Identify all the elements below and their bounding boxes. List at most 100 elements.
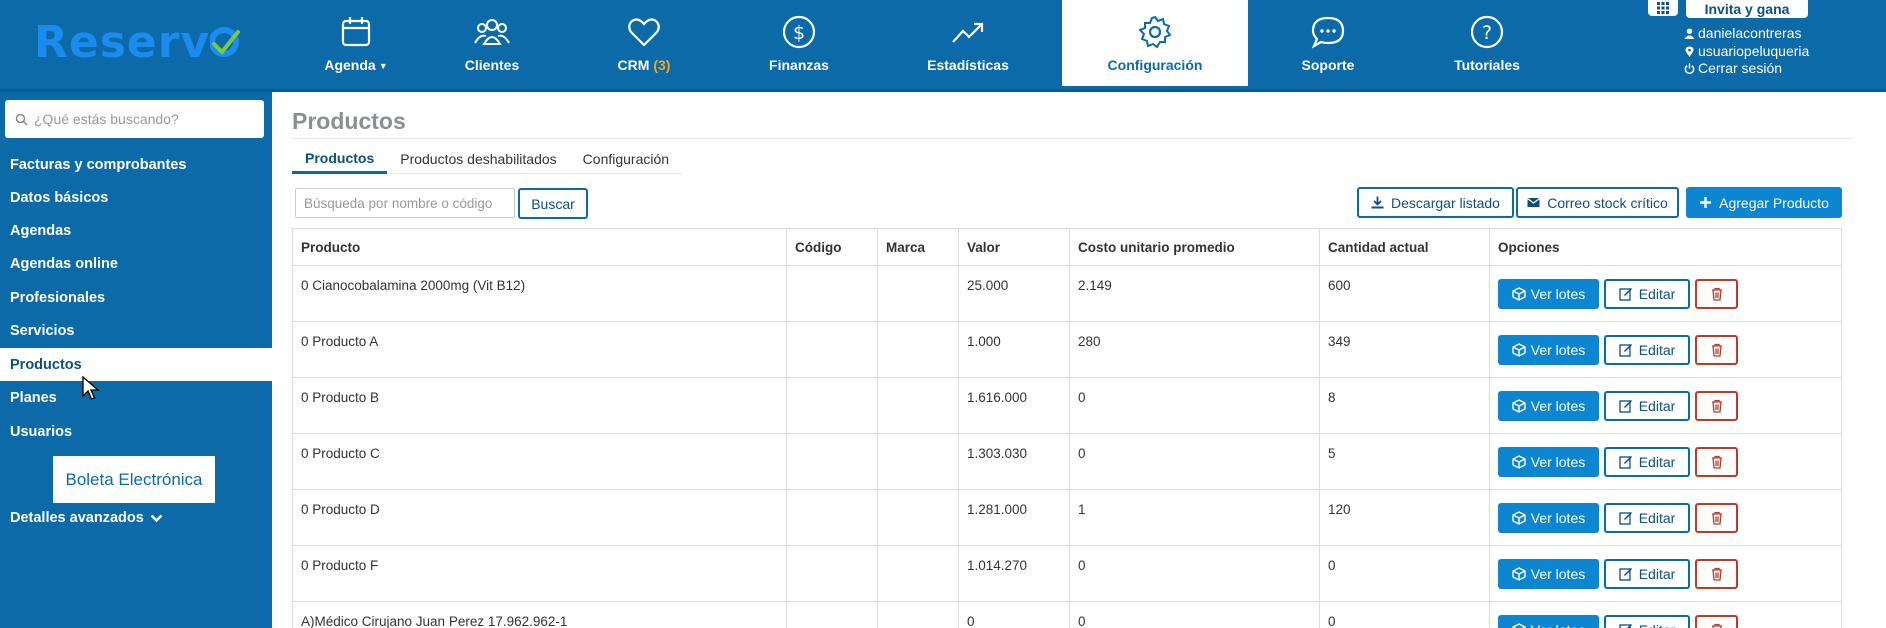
box-icon: [1512, 343, 1526, 357]
cell-costo: 0: [1070, 378, 1320, 433]
tab-configuracion[interactable]: Configuración: [569, 144, 683, 174]
sidebar-item-datos-basicos[interactable]: Datos básicos: [0, 181, 272, 214]
view-lots-button[interactable]: Ver lotes: [1498, 503, 1599, 533]
nav-estadisticas-label: Estadísticas: [927, 57, 1009, 73]
edit-button[interactable]: Editar: [1604, 615, 1690, 628]
advanced-details-toggle[interactable]: Detalles avanzados: [10, 510, 163, 526]
trash-icon: [1711, 455, 1722, 469]
cell-cantidad: 600: [1320, 266, 1490, 321]
view-lots-button[interactable]: Ver lotes: [1498, 559, 1599, 589]
cell-codigo: [787, 546, 878, 601]
edit-label: Editar: [1638, 454, 1676, 470]
reservo-logo[interactable]: Reserv: [34, 14, 241, 70]
sidebar-item-facturas[interactable]: Facturas y comprobantes: [0, 148, 272, 181]
caret-down-icon: ▼: [378, 61, 388, 72]
apps-grid-button[interactable]: [1648, 0, 1678, 16]
table-row: 0 Producto D 1.281.000 1 120 Ver lotes Editar: [293, 490, 1841, 546]
cell-producto: 0 Producto B: [293, 378, 787, 433]
boleta-electronica-button[interactable]: Boleta Electrónica: [53, 456, 215, 503]
edit-button[interactable]: Editar: [1604, 279, 1690, 309]
table-header-row: Producto Código Marca Valor Costo unitar…: [293, 229, 1841, 266]
cell-codigo: [787, 266, 878, 321]
delete-button[interactable]: [1695, 391, 1738, 421]
edit-button[interactable]: Editar: [1604, 503, 1690, 533]
sidebar-item-profesionales[interactable]: Profesionales: [0, 281, 272, 314]
cell-opciones: Ver lotes Editar: [1490, 546, 1841, 601]
download-list-button[interactable]: Descargar listado: [1357, 187, 1514, 218]
logo-text: Reserv: [34, 16, 211, 68]
col-header-codigo[interactable]: Código: [787, 229, 878, 265]
nav-clientes[interactable]: Clientes: [432, 0, 552, 86]
delete-button[interactable]: [1695, 503, 1738, 533]
sidebar-item-planes[interactable]: Planes: [0, 381, 272, 414]
edit-button[interactable]: Editar: [1604, 335, 1690, 365]
delete-button[interactable]: [1695, 335, 1738, 365]
invite-button[interactable]: Invita y gana: [1686, 0, 1808, 18]
logout-link[interactable]: Cerrar sesión: [1684, 60, 1809, 78]
add-product-button[interactable]: Agregar Producto: [1686, 187, 1842, 218]
trash-icon: [1711, 511, 1722, 525]
sidebar-item-servicios[interactable]: Servicios: [0, 314, 272, 347]
view-lots-button[interactable]: Ver lotes: [1498, 335, 1599, 365]
box-icon: [1512, 567, 1526, 581]
col-header-marca[interactable]: Marca: [878, 229, 959, 265]
nav-estadisticas[interactable]: Estadísticas: [908, 0, 1028, 86]
search-button[interactable]: Buscar: [518, 188, 588, 219]
col-header-cantidad[interactable]: Cantidad actual: [1320, 229, 1490, 265]
edit-icon: [1619, 456, 1632, 469]
critical-stock-email-button[interactable]: Correo stock crítico: [1516, 187, 1679, 218]
nav-crm[interactable]: CRM (3): [584, 0, 704, 86]
delete-button[interactable]: [1695, 279, 1738, 309]
trash-icon: [1711, 399, 1722, 413]
view-lots-button[interactable]: Ver lotes: [1498, 447, 1599, 477]
page-title: Productos: [292, 108, 406, 134]
product-search-input[interactable]: [295, 188, 515, 218]
sidebar-item-agendas-online[interactable]: Agendas online: [0, 247, 272, 280]
edit-label: Editar: [1638, 510, 1676, 526]
cell-codigo: [787, 378, 878, 433]
table-row: 0 Producto B 1.616.000 0 8 Ver lotes Editar: [293, 378, 1841, 434]
logout-text: Cerrar sesión: [1698, 60, 1783, 76]
col-header-opciones: Opciones: [1498, 239, 1560, 255]
trash-icon: [1711, 567, 1722, 581]
edit-button[interactable]: Editar: [1604, 391, 1690, 421]
trash-icon: [1711, 287, 1722, 301]
cell-marca: [878, 602, 959, 628]
nav-finanzas[interactable]: $ Finanzas: [739, 0, 859, 86]
col-header-valor[interactable]: Valor: [959, 229, 1070, 265]
cell-costo: 0: [1070, 546, 1320, 601]
view-lots-button[interactable]: Ver lotes: [1498, 615, 1599, 628]
main-content: Productos Productos Productos deshabilit…: [272, 92, 1886, 628]
edit-label: Editar: [1638, 398, 1676, 414]
delete-button[interactable]: [1695, 615, 1738, 628]
edit-button[interactable]: Editar: [1604, 559, 1690, 589]
table-row: 0 Producto C 1.303.030 0 5 Ver lotes Editar: [293, 434, 1841, 490]
sidebar-item-productos[interactable]: Productos: [0, 348, 272, 381]
col-header-costo[interactable]: Costo unitario promedio: [1070, 229, 1320, 265]
tab-productos-deshabilitados[interactable]: Productos deshabilitados: [387, 144, 570, 174]
sidebar-search-input[interactable]: [34, 111, 254, 127]
delete-button[interactable]: [1695, 559, 1738, 589]
cell-cantidad: 0: [1320, 546, 1490, 601]
view-lots-label: Ver lotes: [1530, 566, 1586, 582]
trend-icon: [952, 22, 984, 43]
location-link[interactable]: usuariopeluqueria: [1684, 43, 1809, 61]
nav-soporte[interactable]: Soporte: [1268, 0, 1388, 86]
delete-button[interactable]: [1695, 447, 1738, 477]
sidebar-item-usuarios[interactable]: Usuarios: [0, 415, 272, 448]
cell-valor: 1.303.030: [959, 434, 1070, 489]
nav-tutoriales[interactable]: ? Tutoriales: [1427, 0, 1547, 86]
nav-agenda[interactable]: Agenda ▼: [296, 0, 416, 86]
edit-label: Editar: [1638, 566, 1676, 582]
view-lots-button[interactable]: Ver lotes: [1498, 279, 1599, 309]
gear-icon: [1138, 15, 1172, 49]
view-lots-button[interactable]: Ver lotes: [1498, 391, 1599, 421]
nav-configuracion[interactable]: Configuración: [1062, 0, 1248, 86]
box-icon: [1512, 287, 1526, 301]
username-link[interactable]: danielacontreras: [1684, 25, 1809, 43]
cell-valor: 0: [959, 602, 1070, 628]
edit-button[interactable]: Editar: [1604, 447, 1690, 477]
sidebar-item-agendas[interactable]: Agendas: [0, 214, 272, 247]
tab-productos[interactable]: Productos: [292, 144, 388, 174]
col-header-producto[interactable]: Producto: [293, 229, 787, 265]
